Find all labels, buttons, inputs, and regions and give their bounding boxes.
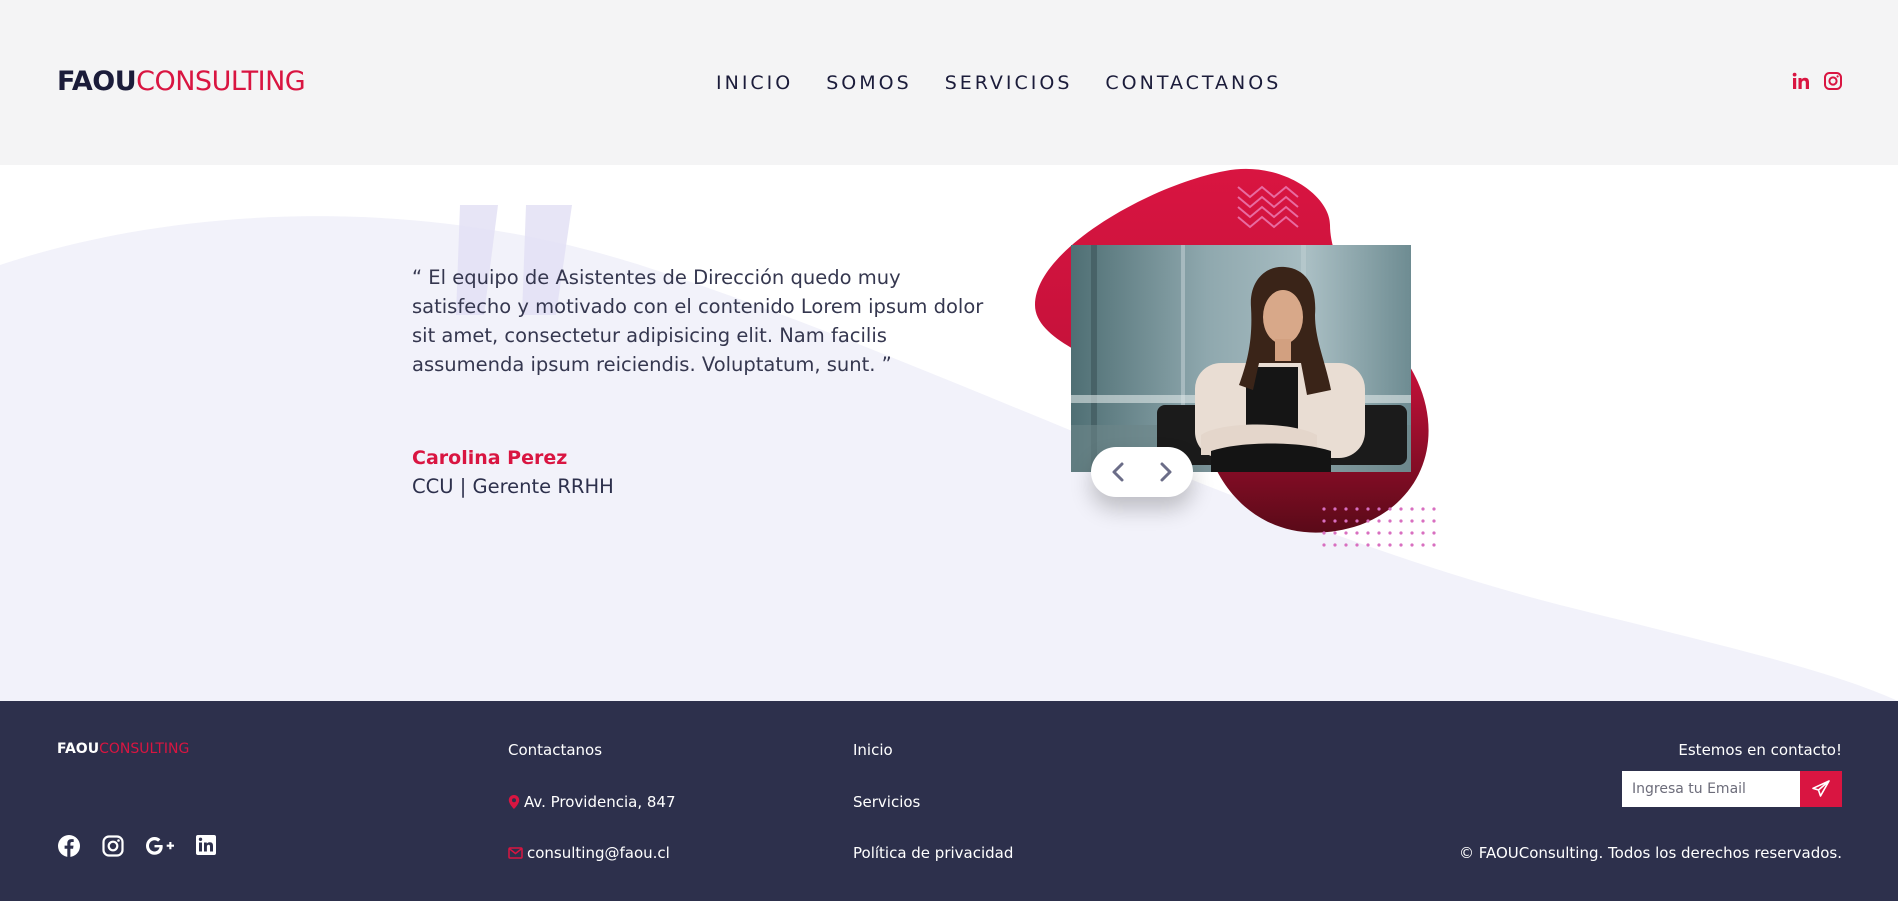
footer-logo-part-faou: FAOU bbox=[57, 741, 100, 757]
footer-social bbox=[57, 834, 217, 858]
footer-contact-title: Contactanos bbox=[508, 741, 603, 759]
footer-email[interactable]: consulting@faou.cl bbox=[508, 844, 670, 862]
google-plus-icon[interactable] bbox=[145, 834, 175, 858]
logo-part-faou: FAOU bbox=[57, 66, 137, 97]
slider-controls bbox=[1091, 447, 1193, 497]
chevron-right-icon[interactable] bbox=[1153, 459, 1179, 485]
site-header: FAOUCONSULTING INICIO SOMOS SERVICIOS CO… bbox=[0, 0, 1898, 165]
testimonial-photo bbox=[1071, 245, 1411, 472]
footer-link-servicios[interactable]: Servicios bbox=[853, 793, 920, 811]
background-wave bbox=[0, 216, 1898, 701]
header-social bbox=[1791, 71, 1843, 91]
footer-logo-part-consulting: CONSULTING bbox=[99, 741, 190, 757]
linkedin-icon[interactable] bbox=[195, 834, 217, 858]
nav-somos[interactable]: SOMOS bbox=[826, 70, 911, 96]
testimonial-role: CCU | Gerente RRHH bbox=[412, 475, 614, 498]
logo[interactable]: FAOUCONSULTING bbox=[57, 64, 306, 100]
testimonial-section: “ El equipo de Asistentes de Dirección q… bbox=[0, 165, 1898, 701]
facebook-icon[interactable] bbox=[57, 834, 81, 858]
chevron-left-icon[interactable] bbox=[1105, 459, 1131, 485]
nav-contactanos[interactable]: CONTACTANOS bbox=[1105, 70, 1281, 96]
newsletter-title: Estemos en contacto! bbox=[1678, 741, 1842, 759]
copyright: © FAOUConsulting. Todos los derechos res… bbox=[1458, 844, 1842, 862]
instagram-icon[interactable] bbox=[101, 834, 125, 858]
newsletter-form bbox=[1622, 771, 1842, 807]
footer-email-text: consulting@faou.cl bbox=[527, 844, 670, 862]
footer-address: Av. Providencia, 847 bbox=[508, 793, 676, 811]
nav-servicios[interactable]: SERVICIOS bbox=[945, 70, 1073, 96]
map-marker-icon bbox=[508, 795, 520, 809]
newsletter-email-input[interactable] bbox=[1622, 771, 1800, 807]
paper-plane-icon bbox=[1812, 780, 1830, 797]
instagram-icon[interactable] bbox=[1823, 71, 1843, 91]
main-nav: INICIO SOMOS SERVICIOS CONTACTANOS bbox=[716, 70, 1314, 96]
footer-logo[interactable]: FAOUCONSULTING bbox=[57, 741, 189, 757]
linkedin-icon[interactable] bbox=[1791, 71, 1811, 91]
envelope-icon bbox=[508, 847, 523, 859]
footer-link-inicio[interactable]: Inicio bbox=[853, 741, 893, 759]
logo-part-consulting: CONSULTING bbox=[136, 66, 306, 97]
footer-address-text: Av. Providencia, 847 bbox=[524, 793, 676, 811]
footer-link-privacidad[interactable]: Política de privacidad bbox=[853, 844, 1013, 862]
nav-inicio[interactable]: INICIO bbox=[716, 70, 793, 96]
testimonial-name: Carolina Perez bbox=[412, 447, 568, 469]
testimonial-quote: “ El equipo de Asistentes de Dirección q… bbox=[412, 266, 984, 376]
site-footer: FAOUCONSULTING Contactanos Av. Providenc… bbox=[0, 701, 1898, 901]
newsletter-submit-button[interactable] bbox=[1800, 771, 1842, 807]
